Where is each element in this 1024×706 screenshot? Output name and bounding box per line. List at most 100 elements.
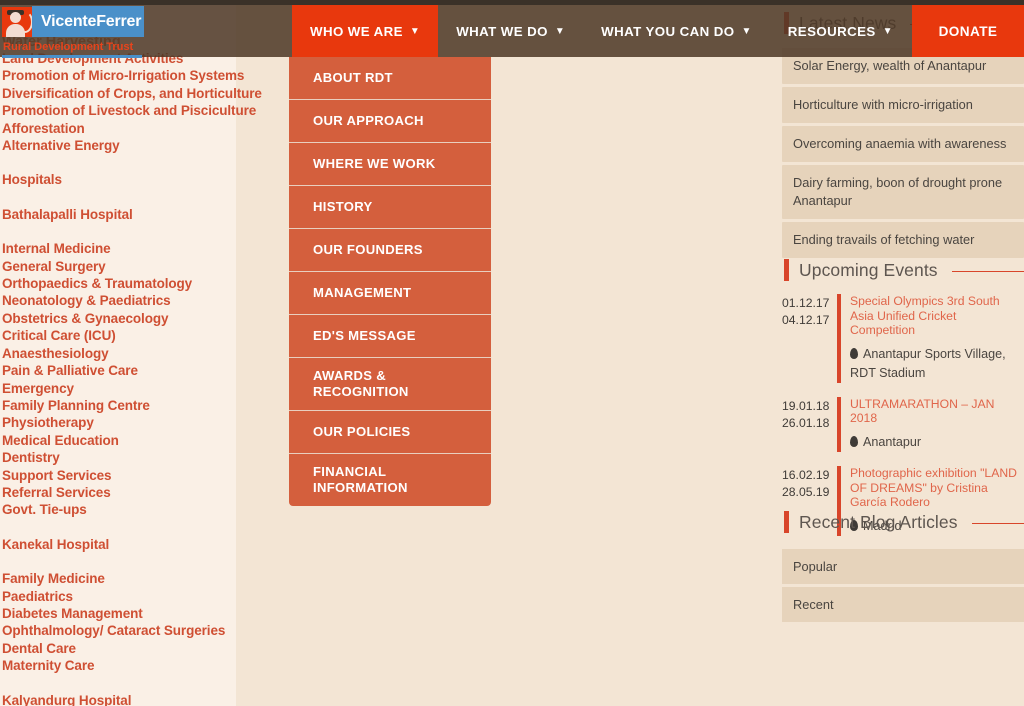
top-navigation-bar: WHO WE ARE ▼ WHAT WE DO ▼ WHAT YOU CAN DO ▼ RE… [0,5,1024,57]
event-body: ULTRAMARATHON – JAN 2018 Anantapur [850,397,1024,452]
left-link-item[interactable]: Ophthalmology/ Cataract Surgeries [2,622,234,639]
left-link-item[interactable]: Critical Care (ICU) [2,327,234,344]
donate-button[interactable]: DONATE [912,5,1024,57]
event-location-text: Anantapur Sports Village, RDT Stadium [850,346,1006,380]
heading-rule [971,522,1024,524]
event-date-start: 19.01.18 [782,398,830,413]
left-link-list: Land Development Activities Promotion of … [0,50,262,706]
left-link-item[interactable]: Orthopaedics & Traumatology [2,275,234,292]
event-name[interactable]: Photographic exhibition "LAND OF DREAMS"… [850,466,1024,510]
location-pin-icon [850,435,858,447]
left-link-item[interactable]: Neonatology & Paediatrics [2,292,234,309]
who-we-are-dropdown: ABOUT RDT OUR APPROACH WHERE WE WORK HISTOR… [289,57,491,506]
blog-tab[interactable]: Recent [782,587,1024,622]
left-link-item[interactable]: Anaesthesiology [2,345,234,362]
event-dates: 01.12.17 04.12.17 [782,294,837,383]
heading-rule [951,270,1024,272]
top-strip [0,0,1024,5]
left-link-item[interactable]: Emergency [2,380,234,397]
nav-item-label: WHAT YOU CAN DO [601,23,735,39]
recent-blog-tabs: Popular Recent [782,549,1024,625]
nav-item-what-you-can-do[interactable]: WHAT YOU CAN DO ▼ [583,5,770,57]
logo-tagline: Rural Development Trust [3,41,134,53]
left-link-item[interactable]: Promotion of Micro-Irrigation Systems [2,67,244,84]
left-link-item[interactable]: Family Medicine [2,570,234,587]
dropdown-item-about-rdt[interactable]: ABOUT RDT [289,57,491,100]
news-item[interactable]: Overcoming anaemia with awareness [782,126,1024,162]
dropdown-item-awards-recognition[interactable]: AWARDS & RECOGNITION [289,358,491,411]
upcoming-events-heading: Upcoming Events [782,259,1024,281]
logo-wordmark: VicenteFerrer [32,6,144,37]
dropdown-item-our-policies[interactable]: OUR POLICIES [289,411,491,454]
nav-item-what-we-do[interactable]: WHAT WE DO ▼ [438,5,583,57]
left-link-item[interactable]: Kalyandurg Hospital [2,692,234,706]
event-name[interactable]: Special Olympics 3rd South Asia Unified … [850,294,1024,338]
nav-item-resources[interactable]: RESOURCES ▼ [770,5,911,57]
nav-item-label: RESOURCES [787,23,876,39]
heading-accent-bar [784,259,789,281]
news-item[interactable]: Ending travails of fetching water [782,222,1024,258]
page-root: Water Harvesting Land Development Activi… [0,0,1024,706]
event-location: Anantapur [850,433,1024,452]
logo-name-first: Vicente [41,12,97,30]
news-item[interactable]: Dairy farming, boon of drought prone Ana… [782,165,1024,219]
recent-blog-title: Recent Blog Articles [799,511,958,532]
nav-item-label: WHO WE ARE [310,23,403,39]
left-link-item[interactable]: Support Services [2,467,234,484]
left-link-item[interactable]: Promotion of Livestock and Pisciculture [2,102,256,119]
nav-item-label: WHAT WE DO [456,23,548,39]
left-link-item[interactable]: Diabetes Management [2,605,234,622]
news-item[interactable]: Horticulture with micro-irrigation [782,87,1024,123]
left-link-item[interactable]: Govt. Tie-ups [2,501,234,518]
dropdown-item-financial-information[interactable]: FINANCIAL INFORMATION [289,454,491,506]
left-link-item[interactable]: Diversification of Crops, and Horticultu… [2,85,262,102]
event-body: Special Olympics 3rd South Asia Unified … [850,294,1024,383]
left-link-item[interactable]: Internal Medicine [2,240,234,257]
left-link-item[interactable]: Pain & Palliative Care [2,362,234,379]
right-sidebar: Latest News Solar Energy, wealth of Anan… [782,0,1024,706]
left-link-item[interactable]: Family Planning Centre [2,397,234,414]
chevron-down-icon: ▼ [741,25,752,37]
left-link-item[interactable]: Obstetrics & Gynaecology [2,310,234,327]
dropdown-item-management[interactable]: MANAGEMENT [289,272,491,315]
event-dates: 19.01.18 26.01.18 [782,397,837,452]
left-link-item[interactable]: Medical Education [2,432,234,449]
chevron-down-icon: ▼ [409,25,421,37]
event-item[interactable]: 19.01.18 26.01.18 ULTRAMARATHON – JAN 2018… [782,396,1024,452]
event-accent-bar [837,294,841,383]
dropdown-item-where-we-work[interactable]: WHERE WE WORK [289,143,491,186]
latest-news-list: Solar Energy, wealth of Anantapur Horticu… [782,48,1024,261]
nav-item-who-we-are[interactable]: WHO WE ARE ▼ [292,5,439,57]
event-date-end: 04.12.17 [782,313,830,327]
left-link-item[interactable]: Referral Services [2,484,234,501]
left-content-column: Water Harvesting Land Development Activi… [0,0,262,706]
event-name[interactable]: ULTRAMARATHON – JAN 2018 [850,397,1024,426]
dropdown-item-our-approach[interactable]: OUR APPROACH [289,100,491,143]
chevron-down-icon: ▼ [882,25,893,37]
blog-tab[interactable]: Popular [782,549,1024,584]
event-date-start: 16.02.19 [782,467,830,482]
left-link-item[interactable]: Paediatrics [2,588,234,605]
dropdown-item-history[interactable]: HISTORY [289,186,491,229]
heading-accent-bar [784,511,789,533]
event-date-end: 28.05.19 [782,484,830,499]
left-link-item[interactable]: General Surgery [2,258,234,275]
event-item[interactable]: 01.12.17 04.12.17 Special Olympics 3rd Sou… [782,294,1024,383]
left-link-item[interactable]: Afforestation [2,120,234,137]
left-link-item[interactable]: Hospitals [2,171,234,188]
chevron-down-icon: ▼ [554,25,566,37]
location-pin-icon [850,347,858,359]
left-link-item[interactable]: Alternative Energy [2,137,234,154]
left-link-item[interactable]: Dental Care [2,640,234,657]
left-link-item[interactable]: Maternity Care [2,657,234,674]
left-link-item[interactable]: Kanekal Hospital [2,536,234,553]
dropdown-item-our-founders[interactable]: OUR FOUNDERS [289,229,491,272]
dropdown-item-ed-s-message[interactable]: ED'S MESSAGE [289,315,491,358]
logo-row: VicenteFerrer [2,5,144,38]
event-location-text: Anantapur [863,434,922,449]
left-link-item[interactable]: Dentistry [2,449,234,466]
left-link-item[interactable]: Bathalapalli Hospital [2,206,234,223]
left-link-item[interactable]: Physiotherapy [2,414,234,431]
event-date-end: 26.01.18 [782,415,830,430]
site-logo[interactable]: VicenteFerrer Rural Development Trust [2,5,144,58]
